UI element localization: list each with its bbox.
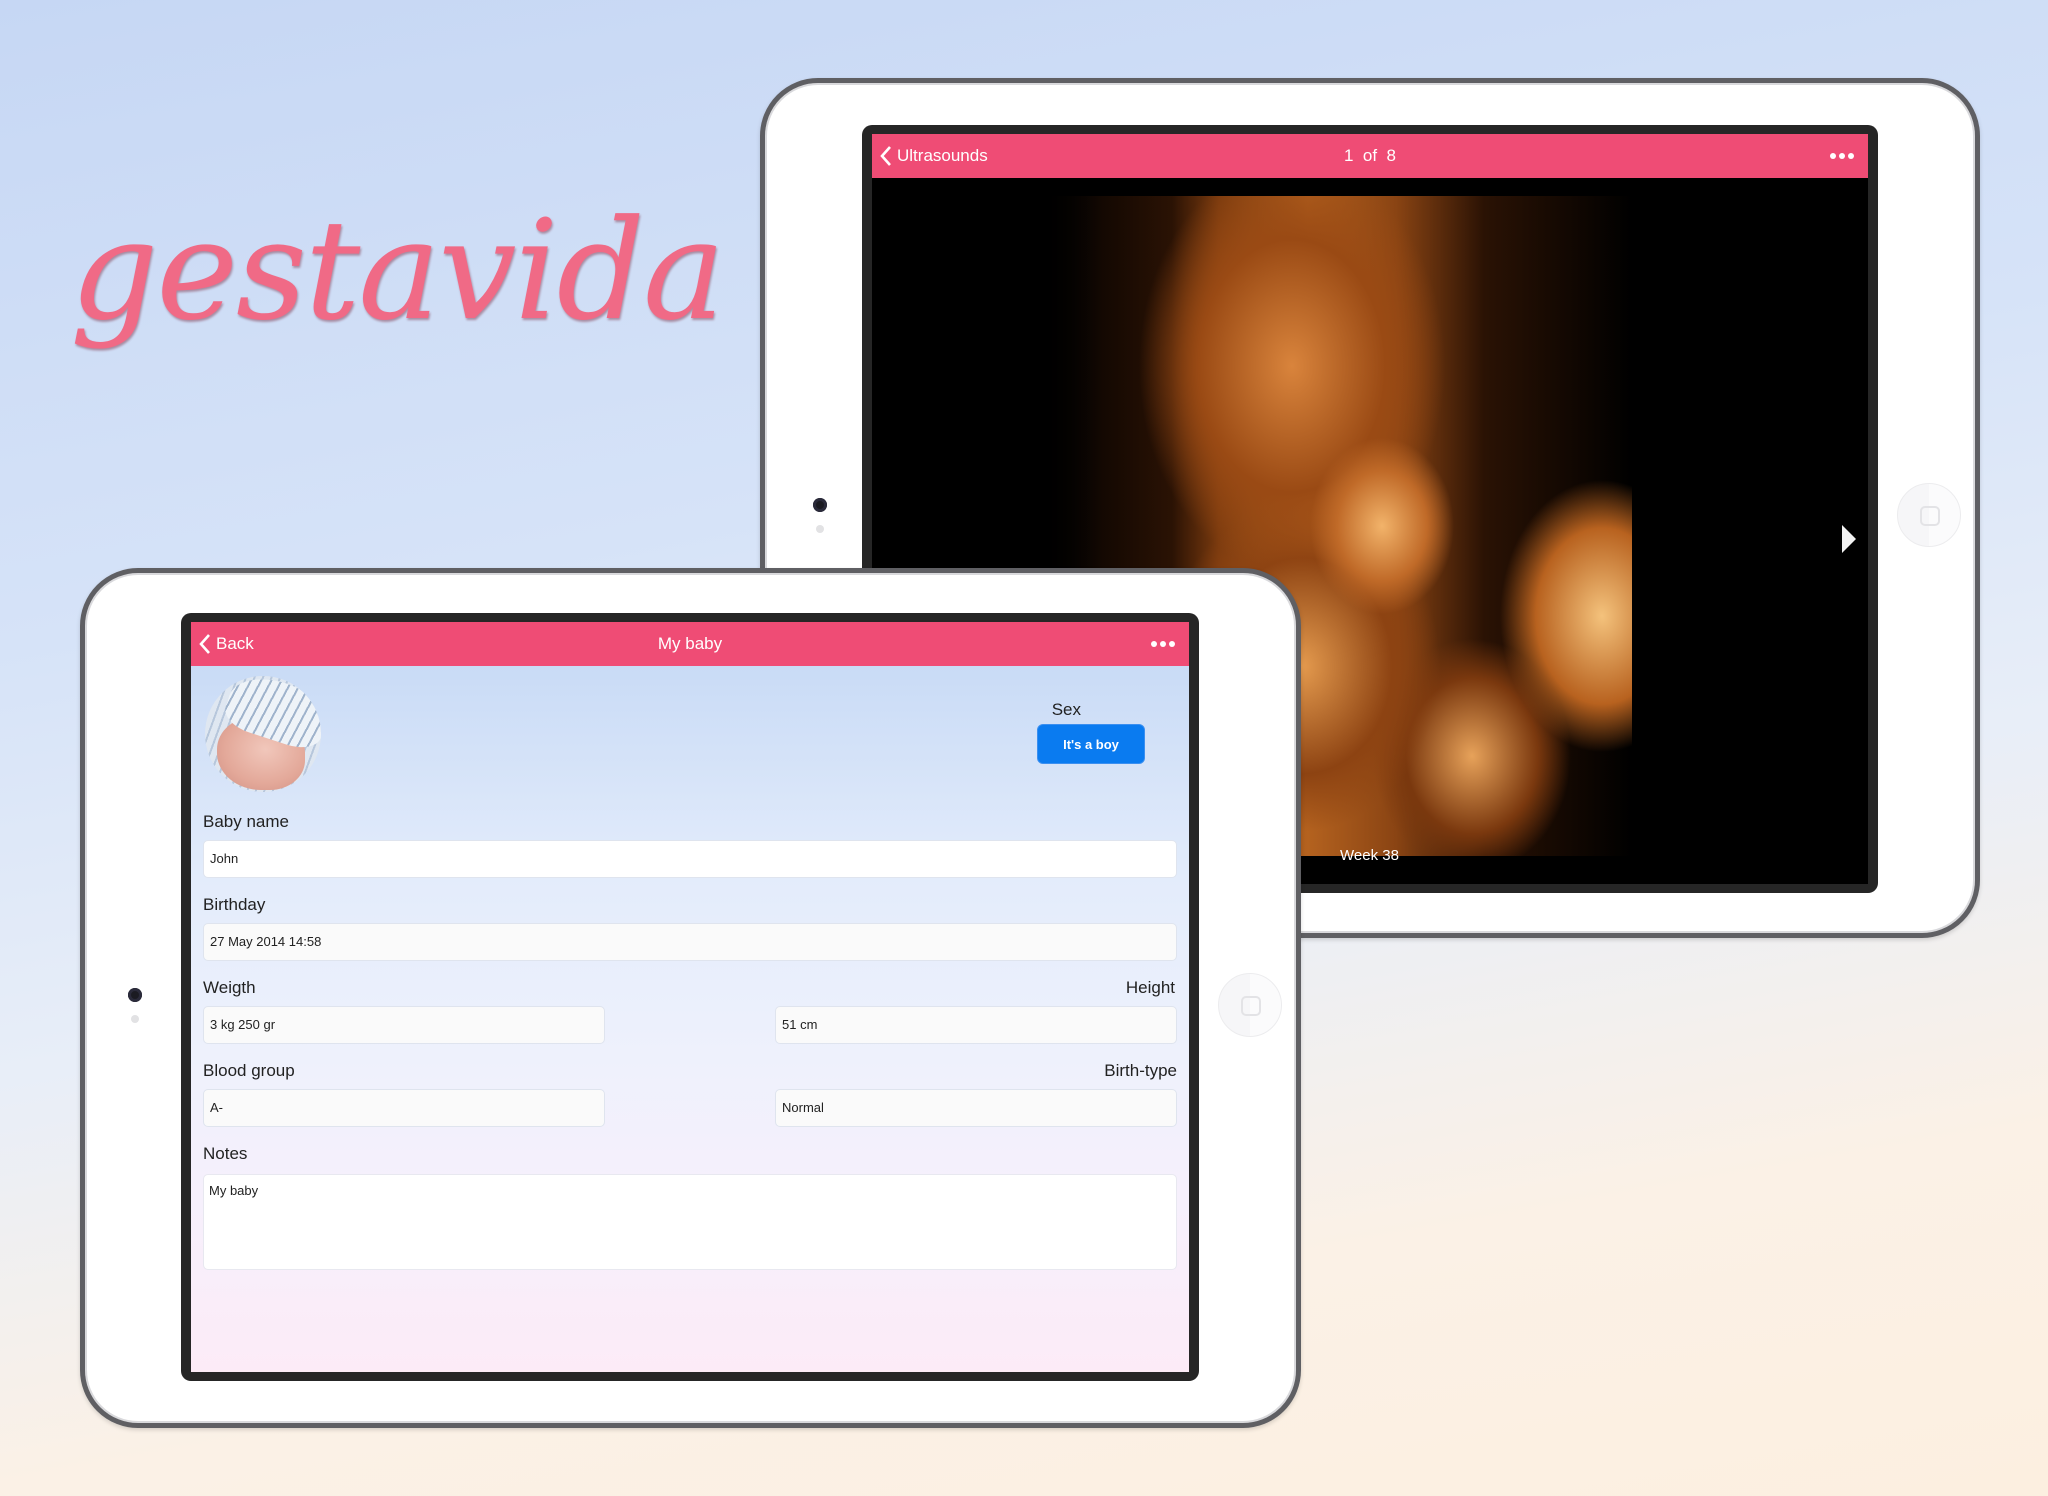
ellipsis-icon [1830, 153, 1836, 159]
camera-icon [128, 988, 142, 1002]
screen-bezel: Back My baby Sex It's a boy Baby name Jo… [181, 613, 1199, 1381]
camera-icon [813, 498, 827, 512]
notes-textarea[interactable]: My baby [203, 1174, 1177, 1270]
baby-name-input[interactable]: John [203, 840, 1177, 878]
next-image-button[interactable] [1840, 523, 1858, 560]
birth-type-label: Birth-type [1104, 1061, 1177, 1080]
home-button[interactable] [1218, 973, 1282, 1037]
sex-button[interactable]: It's a boy [1037, 724, 1145, 764]
page-counter: 1 of 8 [1344, 146, 1396, 165]
weight-label: Weigth [203, 978, 256, 997]
page-title: My baby [657, 634, 723, 653]
sensor-dot [816, 525, 824, 533]
my-baby-screen: Back My baby Sex It's a boy Baby name Jo… [191, 622, 1189, 1372]
tablet-my-baby: Back My baby Sex It's a boy Baby name Jo… [80, 568, 1301, 1428]
birth-type-input[interactable]: Normal [775, 1089, 1177, 1127]
height-input[interactable]: 51 cm [775, 1006, 1177, 1044]
ellipsis-icon [1151, 641, 1157, 647]
chevron-right-icon [1842, 525, 1856, 553]
app-logo: gestavida [70, 190, 725, 351]
more-button[interactable] [1830, 134, 1854, 178]
sex-label: Sex [1051, 700, 1081, 719]
weight-input[interactable]: 3 kg 250 gr [203, 1006, 605, 1044]
navbar: Ultrasounds 1 of 8 [872, 134, 1868, 178]
blood-group-label: Blood group [203, 1061, 295, 1080]
baby-name-label: Baby name [203, 812, 289, 831]
blood-group-input[interactable]: A- [203, 1089, 605, 1127]
navbar: Back My baby [191, 622, 1189, 666]
height-label: Height [1125, 978, 1175, 997]
home-button[interactable] [1897, 483, 1961, 547]
sensor-dot [131, 1015, 139, 1023]
image-caption: Week 38 [1340, 847, 1399, 864]
more-button[interactable] [1151, 622, 1175, 666]
baby-avatar[interactable] [205, 676, 321, 792]
baby-form: Sex It's a boy Baby name John Birthday 2… [191, 666, 1189, 1372]
notes-label: Notes [203, 1144, 248, 1163]
birthday-input[interactable]: 27 May 2014 14:58 [203, 923, 1177, 961]
birthday-label: Birthday [203, 895, 266, 914]
